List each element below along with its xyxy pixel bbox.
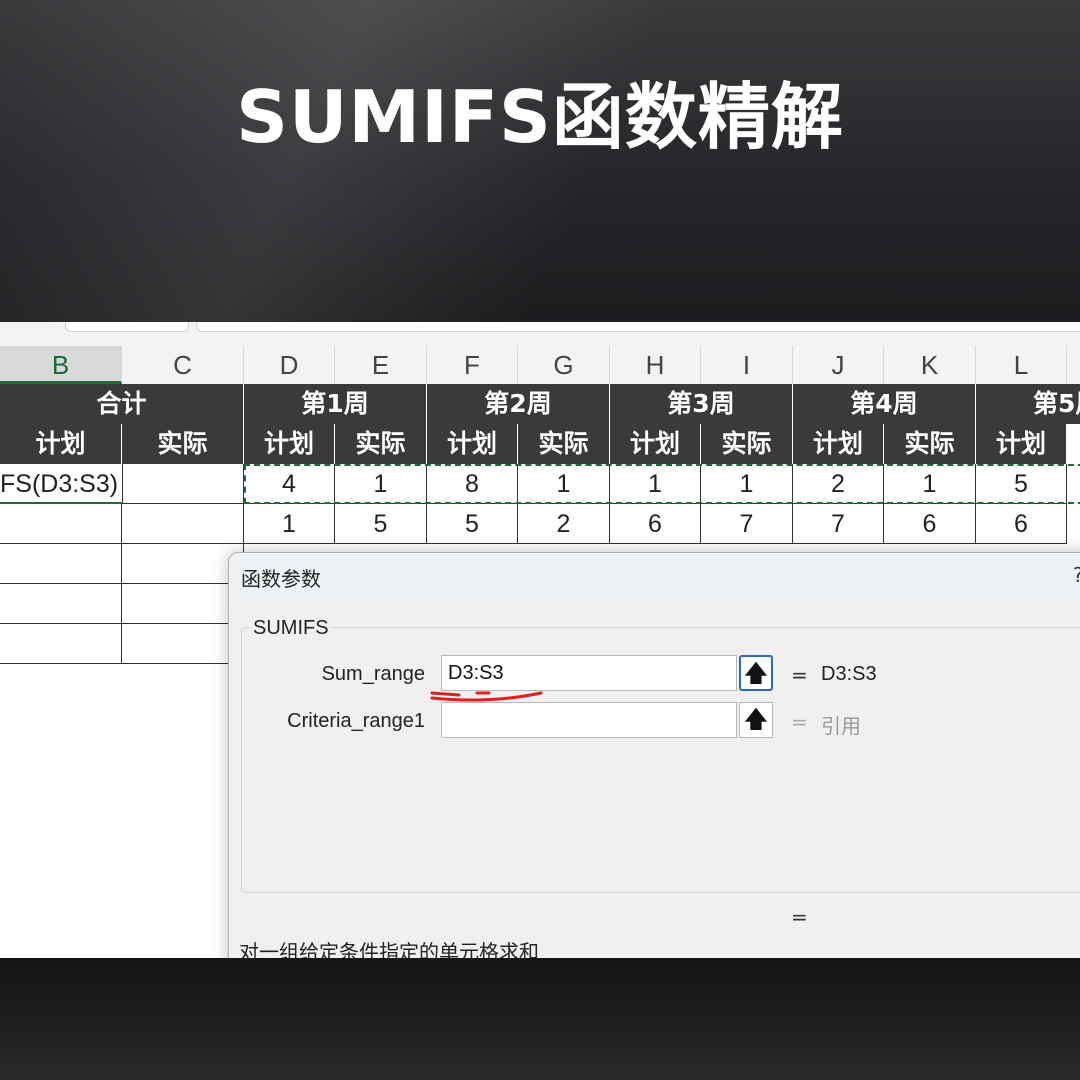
help-button[interactable]: ? bbox=[1073, 563, 1080, 587]
table-cell[interactable] bbox=[0, 584, 122, 624]
table-cell[interactable] bbox=[122, 584, 244, 624]
active-cell-formula[interactable]: FS(D3:S3) bbox=[0, 464, 122, 504]
table-cell[interactable]: 6 bbox=[976, 504, 1067, 544]
table-cell[interactable]: 4 bbox=[244, 464, 335, 504]
equals-sign: = bbox=[791, 710, 808, 734]
collapse-dialog-button[interactable]: 🡅 bbox=[739, 655, 773, 691]
sub-header-plan[interactable]: 计划 bbox=[610, 424, 701, 464]
sub-header-actual[interactable]: 实际 bbox=[701, 424, 793, 464]
header-group-week3[interactable]: 第3周 bbox=[610, 384, 793, 424]
formula-result-equals: = bbox=[791, 905, 808, 929]
bottom-banner-background bbox=[0, 958, 1080, 1080]
header-group-total[interactable]: 合计 bbox=[0, 384, 244, 424]
table-cell[interactable]: 7 bbox=[701, 504, 793, 544]
column-header-b[interactable]: B bbox=[0, 346, 122, 384]
header-group-week5[interactable]: 第5周 bbox=[976, 384, 1080, 424]
table-cell[interactable]: 2 bbox=[793, 464, 884, 504]
sub-header-plan[interactable]: 计划 bbox=[0, 424, 122, 464]
sub-header-plan[interactable]: 计划 bbox=[976, 424, 1067, 464]
column-header-g[interactable]: G bbox=[518, 346, 610, 384]
sub-header-plan[interactable]: 计划 bbox=[793, 424, 884, 464]
column-header-row: B C D E F G H I J K L bbox=[0, 346, 1080, 385]
sum-range-result: D3:S3 bbox=[821, 663, 877, 685]
criteria-range1-input[interactable] bbox=[441, 702, 737, 738]
table-cell[interactable]: 1 bbox=[335, 464, 427, 504]
header-group-week1[interactable]: 第1周 bbox=[244, 384, 427, 424]
column-header-h[interactable]: H bbox=[610, 346, 701, 384]
criteria-range1-label: Criteria_range1 bbox=[287, 710, 425, 732]
table-cell[interactable]: 5 bbox=[427, 504, 518, 544]
table-cell[interactable]: 6 bbox=[884, 504, 976, 544]
table-cell[interactable]: 6 bbox=[610, 504, 701, 544]
equals-sign: = bbox=[791, 663, 808, 687]
dialog-title: 函数参数 bbox=[241, 567, 321, 591]
table-cell[interactable]: 1 bbox=[610, 464, 701, 504]
column-header-l[interactable]: L bbox=[976, 346, 1067, 384]
column-header-k[interactable]: K bbox=[884, 346, 976, 384]
header-group-week2[interactable]: 第2周 bbox=[427, 384, 610, 424]
collapse-dialog-button[interactable]: 🡅 bbox=[739, 702, 773, 738]
table-cell[interactable] bbox=[0, 544, 122, 584]
formula-bar-input[interactable] bbox=[196, 322, 1080, 332]
table-cell[interactable]: 1 bbox=[518, 464, 610, 504]
column-header-d[interactable]: D bbox=[244, 346, 335, 384]
table-cell[interactable] bbox=[122, 464, 244, 504]
table-cell[interactable] bbox=[122, 504, 244, 544]
arrow-up-icon: 🡅 bbox=[743, 659, 769, 687]
sub-header-actual[interactable]: 实际 bbox=[518, 424, 610, 464]
formula-bar-strip bbox=[0, 322, 1080, 346]
sub-header-actual[interactable]: 实际 bbox=[122, 424, 244, 464]
table-cell[interactable]: 1 bbox=[701, 464, 793, 504]
sub-header-actual[interactable]: 实际 bbox=[335, 424, 427, 464]
table-cell[interactable]: 5 bbox=[976, 464, 1067, 504]
sub-header-plan[interactable]: 计划 bbox=[244, 424, 335, 464]
criteria-range1-result: 引用 bbox=[821, 716, 861, 738]
function-description: 对一组给定条件指定的单元格求和 bbox=[239, 940, 539, 958]
table-cell[interactable]: 2 bbox=[518, 504, 610, 544]
sum-range-label: Sum_range bbox=[321, 663, 425, 685]
table-cell[interactable] bbox=[0, 504, 122, 544]
table-cell[interactable]: 1 bbox=[884, 464, 976, 504]
arrow-up-icon: 🡅 bbox=[743, 705, 769, 733]
header-group-week4[interactable]: 第4周 bbox=[793, 384, 976, 424]
column-header-f[interactable]: F bbox=[427, 346, 518, 384]
column-header-c[interactable]: C bbox=[122, 346, 244, 384]
table-cell[interactable]: 5 bbox=[335, 504, 427, 544]
table-cell[interactable] bbox=[0, 624, 122, 664]
table-cell[interactable]: 8 bbox=[427, 464, 518, 504]
function-arguments-dialog: 函数参数 ? SUMIFS Sum_range D3:S3 🡅 = D3:S3 … bbox=[228, 552, 1080, 958]
table-cell[interactable] bbox=[122, 624, 244, 664]
column-header-e[interactable]: E bbox=[335, 346, 427, 384]
function-name-label: SUMIFS bbox=[251, 617, 331, 640]
table-cell[interactable]: 1 bbox=[244, 504, 335, 544]
dialog-titlebar[interactable]: 函数参数 ? bbox=[229, 553, 1080, 603]
table-cell[interactable]: 7 bbox=[793, 504, 884, 544]
column-header-j[interactable]: J bbox=[793, 346, 884, 384]
sub-header-plan[interactable]: 计划 bbox=[427, 424, 518, 464]
headline-title: SUMIFS函数精解 bbox=[236, 75, 844, 159]
sub-header-actual[interactable]: 实际 bbox=[884, 424, 976, 464]
name-box[interactable] bbox=[65, 322, 189, 332]
spreadsheet-app: B C D E F G H I J K L 合计 第1周 第2周 第3周 第4周… bbox=[0, 322, 1080, 958]
column-header-i[interactable]: I bbox=[701, 346, 793, 384]
red-underline-annotation bbox=[430, 691, 543, 702]
table-cell[interactable] bbox=[122, 544, 244, 584]
